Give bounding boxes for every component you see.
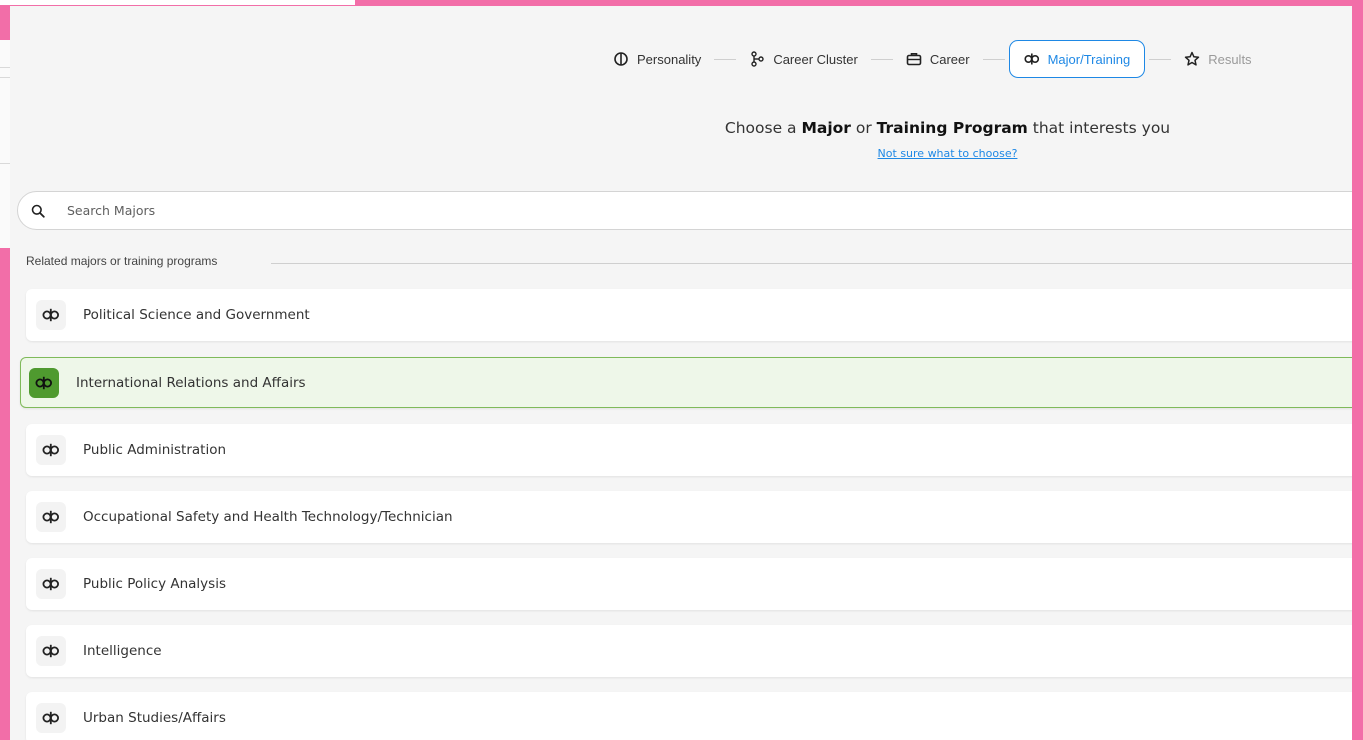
major-label: Urban Studies/Affairs <box>83 710 226 726</box>
major-label: Political Science and Government <box>83 307 310 323</box>
step-connector <box>870 58 893 60</box>
major-icon <box>42 308 59 322</box>
step-connector <box>714 58 737 60</box>
step-connector <box>1149 58 1172 60</box>
major-icon <box>35 376 52 389</box>
major-item-international-relations[interactable]: International Relations and Affairs <box>20 357 1352 408</box>
major-icon <box>42 510 59 524</box>
step-major-training[interactable]: Major/Training <box>1008 40 1146 78</box>
top-left-white-edge <box>0 0 355 5</box>
major-item-occupational-safety[interactable]: Occupational Safety and Health Technolog… <box>26 491 1352 543</box>
major-label: Public Policy Analysis <box>83 576 226 592</box>
left-background-line <box>0 163 10 164</box>
major-label: Intelligence <box>83 643 162 659</box>
major-item-urban-studies[interactable]: Urban Studies/Affairs <box>26 692 1352 740</box>
major-item-political-science[interactable]: Political Science and Government <box>26 289 1352 341</box>
search-input[interactable] <box>65 202 1269 219</box>
step-label: Personality <box>637 51 702 67</box>
step-career[interactable]: Career <box>897 40 979 78</box>
progress-stepper: Personality Career Cluster Career Major/… <box>604 40 1261 78</box>
major-label: International Relations and Affairs <box>76 374 306 391</box>
prompt-text: that interests you <box>1027 119 1171 137</box>
star-icon <box>1184 51 1200 67</box>
major-icon <box>42 577 59 591</box>
section-divider <box>271 263 1352 264</box>
briefcase-icon <box>906 51 922 67</box>
major-label: Public Administration <box>83 442 227 458</box>
major-icon <box>42 443 59 457</box>
step-career-cluster[interactable]: Career Cluster <box>740 40 867 78</box>
major-item-public-policy[interactable]: Public Policy Analysis <box>26 558 1352 610</box>
step-results[interactable]: Results <box>1175 40 1260 78</box>
major-icon-box <box>36 636 66 666</box>
major-item-public-administration[interactable]: Public Administration <box>26 424 1352 476</box>
left-background-line <box>0 77 10 78</box>
prompt-emphasis-major: Major <box>801 119 851 137</box>
brain-icon <box>613 51 629 67</box>
major-icon-box <box>36 502 66 532</box>
pink-frame-left <box>0 248 10 740</box>
major-icon <box>42 644 59 658</box>
step-connector <box>982 58 1005 60</box>
major-icon-box <box>36 703 66 733</box>
major-selection-panel: Personality Career Cluster Career Major/… <box>10 6 1352 740</box>
prompt-text: or <box>850 119 877 137</box>
section-heading: Related majors or training programs <box>26 254 218 268</box>
major-item-intelligence[interactable]: Intelligence <box>26 625 1352 677</box>
not-sure-link[interactable]: Not sure what to choose? <box>480 147 1352 160</box>
major-label: Occupational Safety and Health Technolog… <box>83 509 453 525</box>
left-background-line <box>0 67 10 68</box>
major-icon-box <box>36 569 66 599</box>
search-bar <box>17 191 1352 230</box>
step-label: Career Cluster <box>773 51 858 67</box>
cluster-icon <box>749 51 765 67</box>
step-label: Career <box>929 51 970 67</box>
major-icon-box <box>36 435 66 465</box>
pink-frame-right <box>1352 0 1363 740</box>
left-background-strip <box>0 40 10 250</box>
step-personality[interactable]: Personality <box>604 40 710 78</box>
prompt-emphasis-training: Training Program <box>876 119 1028 137</box>
major-icon-box <box>36 300 66 330</box>
major-icon-box <box>29 367 59 398</box>
step-label: Major/Training <box>1047 51 1131 67</box>
major-icon <box>1024 51 1040 67</box>
page-prompt: Choose a Major or Training Program that … <box>480 119 1352 137</box>
major-icon <box>42 711 59 725</box>
prompt-text: Choose a <box>724 119 802 137</box>
search-icon <box>29 202 47 220</box>
step-label: Results <box>1208 51 1252 67</box>
